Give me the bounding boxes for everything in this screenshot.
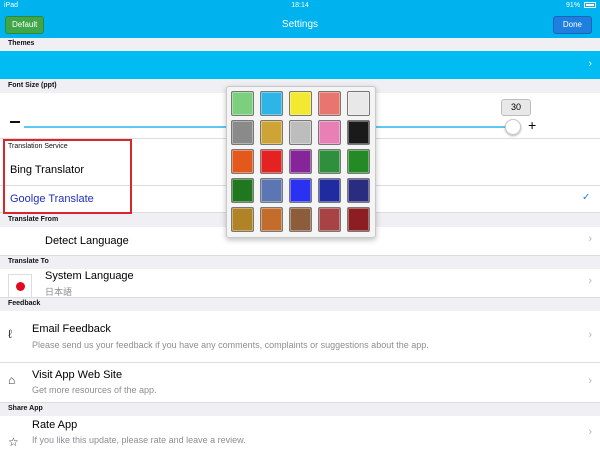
chevron-right-icon: › <box>588 275 592 287</box>
color-swatch[interactable] <box>318 120 341 145</box>
highlight-box <box>3 139 132 214</box>
translate-to-sublabel: 日本語 <box>45 287 73 297</box>
email-feedback-subtitle: Please send us your feedback if you have… <box>32 340 429 350</box>
color-swatch[interactable] <box>260 178 283 203</box>
color-swatch[interactable] <box>260 120 283 145</box>
ear-icon: ℓ <box>8 327 12 341</box>
color-swatch[interactable] <box>231 120 254 145</box>
color-swatch[interactable] <box>260 149 283 174</box>
color-swatch[interactable] <box>347 178 370 203</box>
color-swatch[interactable] <box>347 149 370 174</box>
color-swatch[interactable] <box>347 91 370 116</box>
battery-icon <box>584 2 596 9</box>
color-swatch[interactable] <box>260 91 283 116</box>
done-button[interactable]: Done <box>552 16 592 34</box>
font-size-value: 30 <box>501 99 531 116</box>
email-feedback-cell[interactable]: ℓ Email Feedback Please send us your fee… <box>0 311 600 363</box>
rate-app-title: Rate App <box>32 419 78 431</box>
color-swatch[interactable] <box>347 120 370 145</box>
chevron-right-icon: › <box>588 233 592 245</box>
color-swatch[interactable] <box>289 149 312 174</box>
website-cell[interactable]: ⌂ Visit App Web Site Get more resources … <box>0 363 600 403</box>
battery-status: 91% <box>566 0 596 12</box>
theme-color-palette <box>226 86 376 238</box>
japan-flag-icon <box>8 274 32 298</box>
rate-app-cell[interactable]: ☆ Rate App If you like this update, plea… <box>0 416 600 450</box>
rate-app-subtitle: If you like this update, please rate and… <box>32 435 246 445</box>
section-header-themes: Themes <box>0 38 600 50</box>
chevron-right-icon: › <box>588 426 592 438</box>
navigation-bar: Settings Default Done <box>0 12 600 38</box>
color-swatch[interactable] <box>318 91 341 116</box>
font-size-increase-icon[interactable]: + <box>528 118 536 132</box>
color-swatch[interactable] <box>289 120 312 145</box>
translate-to-label: System Language <box>45 270 134 282</box>
battery-percent: 91% <box>566 2 581 9</box>
color-swatch[interactable] <box>318 178 341 203</box>
website-subtitle: Get more resources of the app. <box>32 385 157 395</box>
color-swatch[interactable] <box>231 91 254 116</box>
star-icon: ☆ <box>8 435 19 449</box>
chevron-right-icon: › <box>588 58 592 70</box>
color-swatch[interactable] <box>231 149 254 174</box>
email-feedback-title: Email Feedback <box>32 323 111 335</box>
status-time: 18:14 <box>291 2 309 9</box>
color-swatch[interactable] <box>231 207 254 232</box>
color-swatch[interactable] <box>347 207 370 232</box>
color-swatch[interactable] <box>289 207 312 232</box>
page-title: Settings <box>281 19 319 30</box>
color-swatch[interactable] <box>318 149 341 174</box>
color-swatch[interactable] <box>289 91 312 116</box>
checkmark-icon: ✓ <box>582 192 591 203</box>
section-header-translate-to: Translate To <box>0 256 600 268</box>
default-button[interactable]: Default <box>5 16 45 34</box>
section-header-share-app: Share App <box>0 403 600 415</box>
color-swatch[interactable] <box>231 178 254 203</box>
color-swatch[interactable] <box>318 207 341 232</box>
translate-to-cell[interactable]: System Language 日本語 › <box>0 269 600 298</box>
translate-from-label: Detect Language <box>45 235 129 247</box>
font-size-decrease-icon[interactable] <box>10 121 20 123</box>
website-title: Visit App Web Site <box>32 369 123 381</box>
theme-color-cell[interactable]: › <box>0 51 600 79</box>
chevron-right-icon: › <box>588 329 592 341</box>
color-swatch[interactable] <box>289 178 312 203</box>
section-header-feedback: Feedback <box>0 298 600 310</box>
status-bar: iPad 18:14 91% <box>0 0 600 12</box>
font-size-slider-thumb[interactable] <box>505 119 521 135</box>
home-icon: ⌂ <box>8 373 16 387</box>
chevron-right-icon: › <box>588 375 592 387</box>
color-swatch[interactable] <box>260 207 283 232</box>
